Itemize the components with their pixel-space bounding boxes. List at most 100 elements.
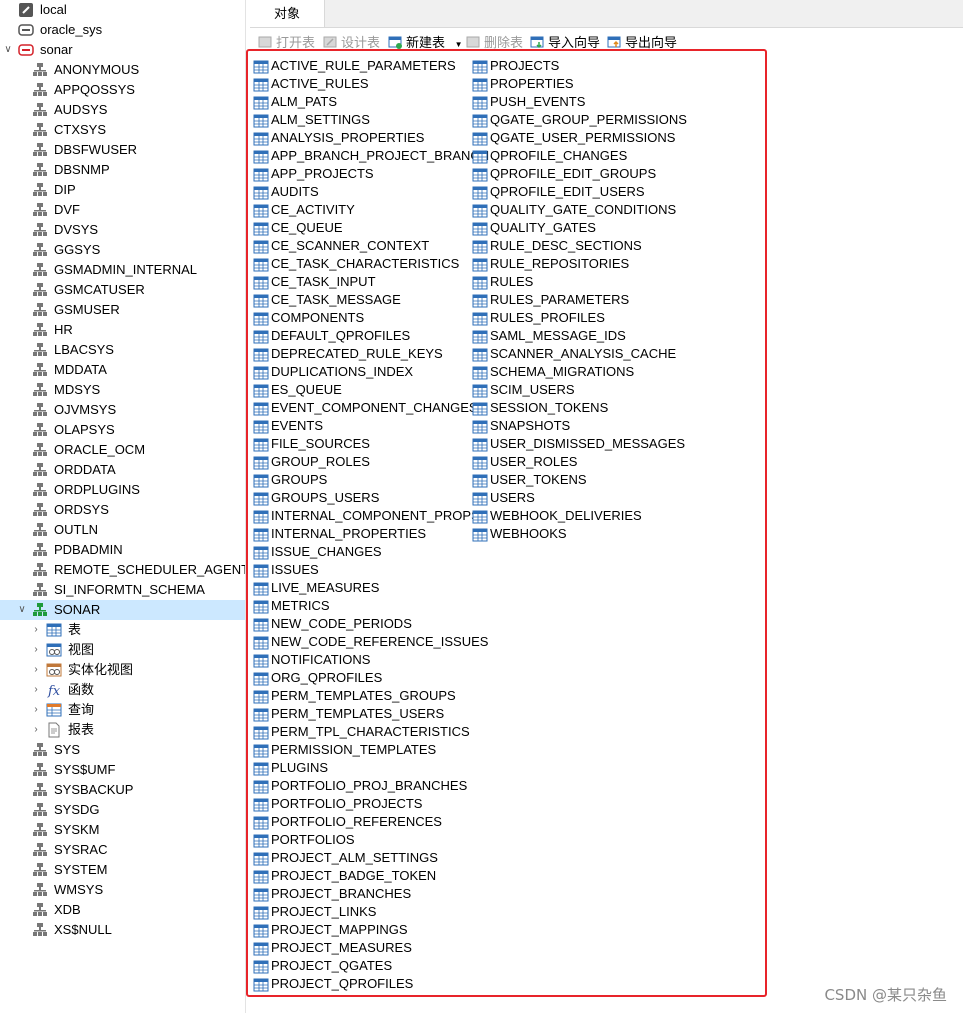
tree-schema-wmsys[interactable]: WMSYS — [0, 880, 245, 900]
chevron-down-icon[interactable]: ▼ — [455, 40, 463, 49]
tree-schema-dbsnmp[interactable]: DBSNMP — [0, 160, 245, 180]
table-name: PROJECT_ALM_SETTINGS — [271, 850, 438, 865]
tree-schema-mddata[interactable]: MDDATA — [0, 360, 245, 380]
tree-node-label: GSMUSER — [54, 302, 120, 317]
tree-schema-si-informtn-schema[interactable]: SI_INFORMTN_SCHEMA — [0, 580, 245, 600]
import-wizard-button[interactable]: 导入向导 — [530, 34, 600, 52]
new-table-button[interactable]: 新建表 ▼ — [388, 34, 463, 52]
schema-icon — [32, 182, 48, 198]
table-icon — [472, 203, 488, 218]
tree-schema-sysbackup[interactable]: SYSBACKUP — [0, 780, 245, 800]
tree-schema-anonymous[interactable]: ANONYMOUS — [0, 60, 245, 80]
tree-category-function[interactable]: › fx 函数 — [0, 680, 245, 700]
tree-schema-remote-scheduler-agent[interactable]: REMOTE_SCHEDULER_AGENT — [0, 560, 245, 580]
tab-objects[interactable]: 对象 — [250, 0, 325, 27]
tree-node-label: SYS — [54, 742, 81, 757]
table-name: CE_QUEUE — [271, 220, 343, 235]
table-name: PROJECT_BRANCHES — [271, 886, 412, 901]
chevron-right-icon[interactable]: › — [30, 640, 42, 660]
table-name: APP_PROJECTS — [271, 166, 374, 181]
tree-schema-sys[interactable]: SYS — [0, 740, 245, 760]
design-table-button[interactable]: 设计表 — [323, 34, 380, 52]
table-icon — [253, 653, 269, 668]
table-icon — [472, 311, 488, 326]
table-icon — [472, 473, 488, 488]
tree-node-label: sonar — [40, 42, 73, 57]
table-icon — [472, 401, 488, 416]
table-icon — [472, 113, 488, 128]
tree-schema-sysrac[interactable]: SYSRAC — [0, 840, 245, 860]
chevron-right-icon[interactable]: › — [30, 680, 42, 700]
tree-schema-sys-umf[interactable]: SYS$UMF — [0, 760, 245, 780]
schema-icon — [32, 362, 48, 378]
open-table-button[interactable]: 打开表 — [258, 34, 315, 52]
tree-schema-ojvmsys[interactable]: OJVMSYS — [0, 400, 245, 420]
table-name: NEW_CODE_REFERENCE_ISSUES — [271, 634, 489, 649]
tree-schema-xdb[interactable]: XDB — [0, 900, 245, 920]
tree-schema-sysdg[interactable]: SYSDG — [0, 800, 245, 820]
tree-connection-sonar[interactable]: ∨ sonar — [0, 40, 245, 60]
tree-schema-olapsys[interactable]: OLAPSYS — [0, 420, 245, 440]
tree-node-label: ORDDATA — [54, 462, 116, 477]
tree-category-view[interactable]: › 视图 — [0, 640, 245, 660]
tree-connection-oracle-sys[interactable]: oracle_sys — [0, 20, 245, 40]
tree-schema-dvf[interactable]: DVF — [0, 200, 245, 220]
tree-schema-ordplugins[interactable]: ORDPLUGINS — [0, 480, 245, 500]
tree-schema-gsmcatuser[interactable]: GSMCATUSER — [0, 280, 245, 300]
tree-node-label: GSMCATUSER — [54, 282, 145, 297]
watermark: CSDN @某只杂鱼 — [824, 986, 947, 1004]
tree-schema-sonar[interactable]: ∨ SONAR — [0, 600, 245, 620]
tree-schema-pdbadmin[interactable]: PDBADMIN — [0, 540, 245, 560]
table-name: CE_TASK_CHARACTERISTICS — [271, 256, 460, 271]
tree-schema-system[interactable]: SYSTEM — [0, 860, 245, 880]
tree-category-materialized-view[interactable]: › 实体化视图 — [0, 660, 245, 680]
export-wizard-button[interactable]: 导出向导 — [607, 34, 677, 52]
tree-schema-oracle-ocm[interactable]: ORACLE_OCM — [0, 440, 245, 460]
schema-icon — [32, 582, 48, 598]
schema-icon — [32, 462, 48, 478]
tree-node-label: SONAR — [54, 602, 101, 617]
chevron-down-icon[interactable]: ∨ — [16, 600, 28, 620]
objects-list-area: ACTIVE_RULE_PARAMETERS ACTIVE_RULES ALM_PA… — [250, 56, 963, 1013]
chevron-right-icon[interactable]: › — [30, 660, 42, 680]
tree-schema-hr[interactable]: HR — [0, 320, 245, 340]
table-icon — [253, 329, 269, 344]
delete-table-button[interactable]: 删除表 — [466, 34, 523, 52]
tree-schema-dip[interactable]: DIP — [0, 180, 245, 200]
tree-connection-local[interactable]: local — [0, 0, 245, 20]
tree-category-table[interactable]: › 表 — [0, 620, 245, 640]
tree-schema-dvsys[interactable]: DVSYS — [0, 220, 245, 240]
table-icon — [253, 491, 269, 506]
schema-icon — [32, 802, 48, 818]
tree-schema-gsmadmin-internal[interactable]: GSMADMIN_INTERNAL — [0, 260, 245, 280]
tree-schema-orddata[interactable]: ORDDATA — [0, 460, 245, 480]
table-icon — [253, 833, 269, 848]
table-name: RULES — [490, 274, 534, 289]
tree-category-query[interactable]: › 查询 — [0, 700, 245, 720]
tree-schema-outln[interactable]: OUTLN — [0, 520, 245, 540]
tree-schema-syskm[interactable]: SYSKM — [0, 820, 245, 840]
tree-schema-gsmuser[interactable]: GSMUSER — [0, 300, 245, 320]
table-icon — [253, 887, 269, 902]
tree-category-report[interactable]: › 报表 — [0, 720, 245, 740]
table-icon — [253, 221, 269, 236]
chevron-right-icon[interactable]: › — [30, 700, 42, 720]
table-icon — [253, 77, 269, 92]
tree-schema-ggsys[interactable]: GGSYS — [0, 240, 245, 260]
tree-schema-mdsys[interactable]: MDSYS — [0, 380, 245, 400]
table-icon — [472, 419, 488, 434]
tree-schema-lbacsys[interactable]: LBACSYS — [0, 340, 245, 360]
chevron-right-icon[interactable]: › — [30, 620, 42, 640]
chevron-down-icon[interactable]: ∨ — [2, 40, 14, 60]
table-icon — [472, 257, 488, 272]
tree-schema-dbsfwuser[interactable]: DBSFWUSER — [0, 140, 245, 160]
tree-schema-xs-null[interactable]: XS$NULL — [0, 920, 245, 940]
tree-schema-ordsys[interactable]: ORDSYS — [0, 500, 245, 520]
table-icon — [472, 437, 488, 452]
tree-schema-appqossys[interactable]: APPQOSSYS — [0, 80, 245, 100]
tree-node-label: ORDSYS — [54, 502, 109, 517]
tree-schema-ctxsys[interactable]: CTXSYS — [0, 120, 245, 140]
chevron-right-icon[interactable]: › — [30, 720, 42, 740]
tree-schema-audsys[interactable]: AUDSYS — [0, 100, 245, 120]
open-table-label: 打开表 — [276, 35, 316, 50]
